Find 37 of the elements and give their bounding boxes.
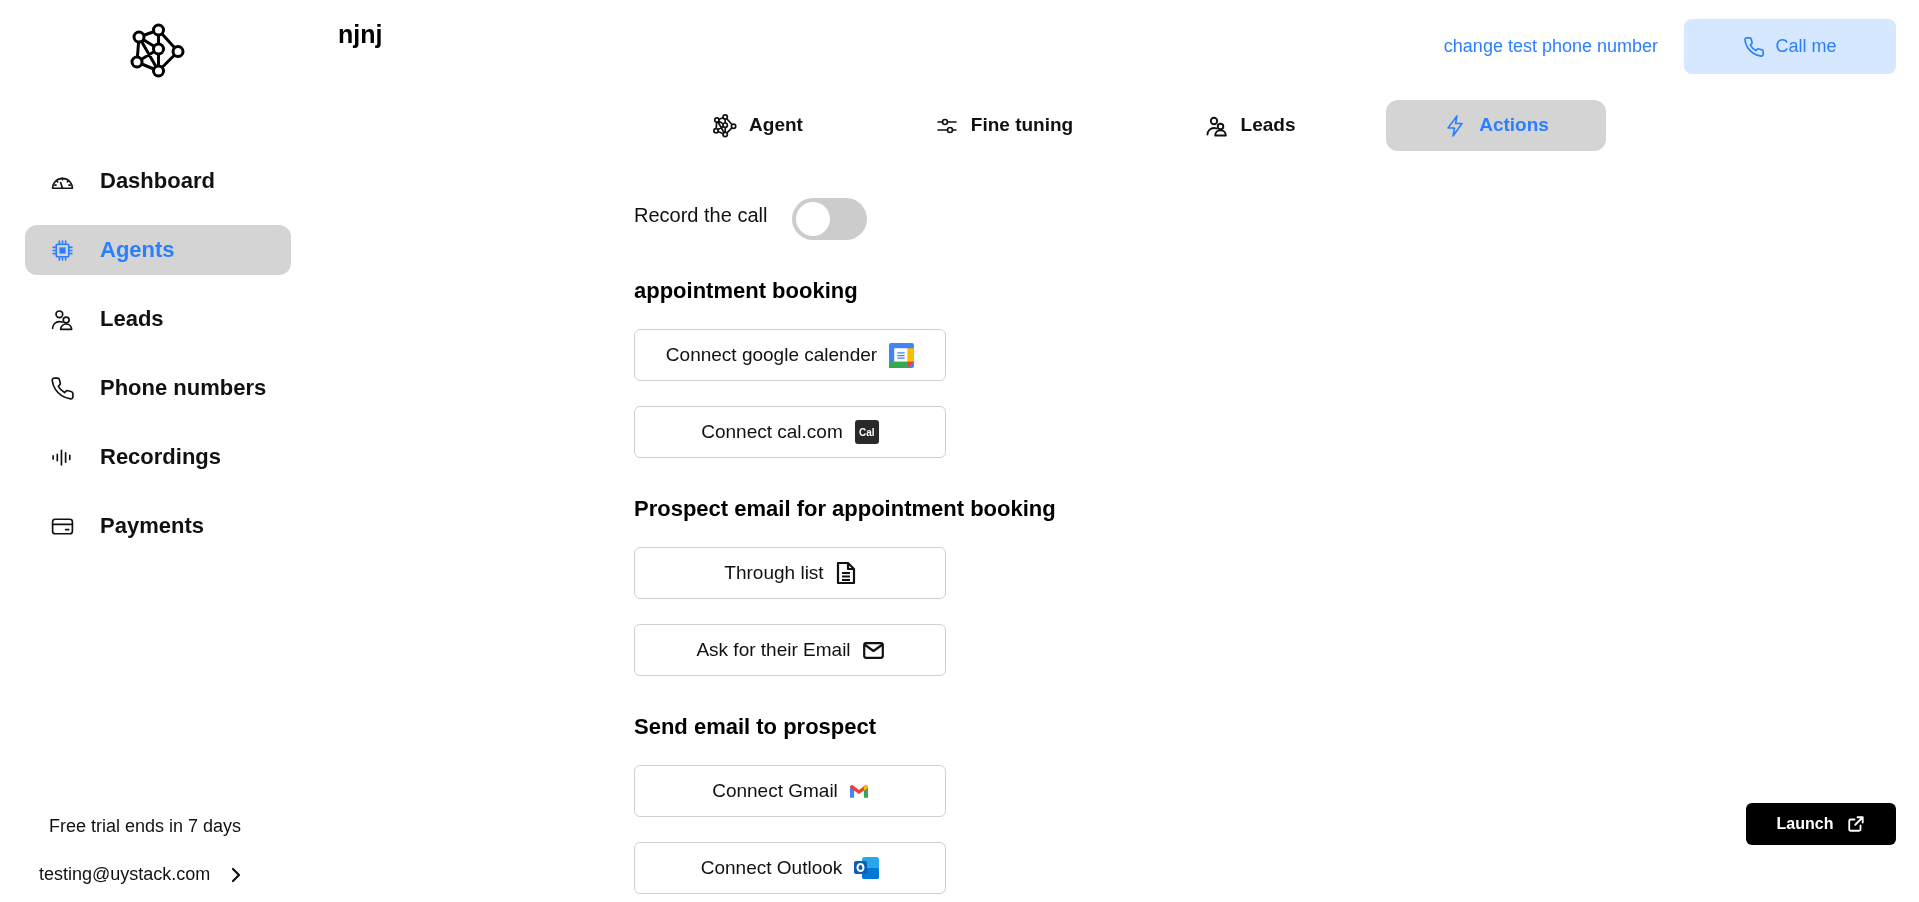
action-button[interactable]: Ask for their Email bbox=[634, 624, 946, 676]
logo-icon bbox=[130, 23, 186, 79]
sidebar-item[interactable]: Phone numbers bbox=[25, 363, 291, 413]
tab[interactable]: Leads bbox=[1140, 100, 1360, 151]
sidebar-item[interactable]: Dashboard bbox=[25, 156, 291, 206]
tab[interactable]: Fine tuning bbox=[894, 100, 1114, 151]
sidebar-item[interactable]: Payments bbox=[25, 501, 291, 551]
account-button[interactable]: testing@uystack.com bbox=[39, 864, 242, 885]
calendar-icon bbox=[889, 342, 915, 368]
o-logo-icon bbox=[854, 856, 880, 880]
envelope-icon bbox=[862, 641, 884, 659]
action-button[interactable]: Through list bbox=[634, 547, 946, 599]
phone-icon bbox=[1743, 35, 1766, 58]
action-button[interactable]: Connect google calender bbox=[634, 329, 946, 381]
change-number-link[interactable]: change test phone number bbox=[1443, 33, 1658, 60]
external-link-icon bbox=[1847, 815, 1866, 833]
action-button[interactable]: Connect Outlook bbox=[634, 842, 946, 894]
page-title: njnj bbox=[338, 20, 383, 48]
action-button[interactable]: Connect cal.com Cal bbox=[634, 406, 946, 458]
toggle-label: Record the call bbox=[634, 203, 768, 228]
logo-tile: Cal bbox=[854, 420, 879, 444]
section-heading: Prospect email for appointment booking bbox=[634, 495, 1057, 523]
section-heading: appointment booking bbox=[634, 277, 859, 305]
sidebar-item[interactable]: Recordings bbox=[25, 432, 291, 482]
document-icon bbox=[835, 561, 856, 585]
action-button[interactable]: Connect Gmail bbox=[634, 765, 946, 817]
trial-notice: Free trial ends in 7 days bbox=[48, 816, 243, 837]
section-heading: Send email to prospect bbox=[634, 713, 878, 741]
toggle-switch[interactable] bbox=[792, 198, 868, 240]
phone-icon bbox=[50, 375, 75, 401]
chip-icon bbox=[50, 237, 75, 263]
chevron-right-icon bbox=[231, 866, 242, 883]
m-logo-icon bbox=[849, 784, 868, 798]
network-icon bbox=[713, 113, 738, 138]
launch-button[interactable]: Launch bbox=[1746, 803, 1896, 845]
tab[interactable]: Agent bbox=[648, 100, 868, 151]
sidebar-item[interactable]: Leads bbox=[25, 294, 291, 344]
